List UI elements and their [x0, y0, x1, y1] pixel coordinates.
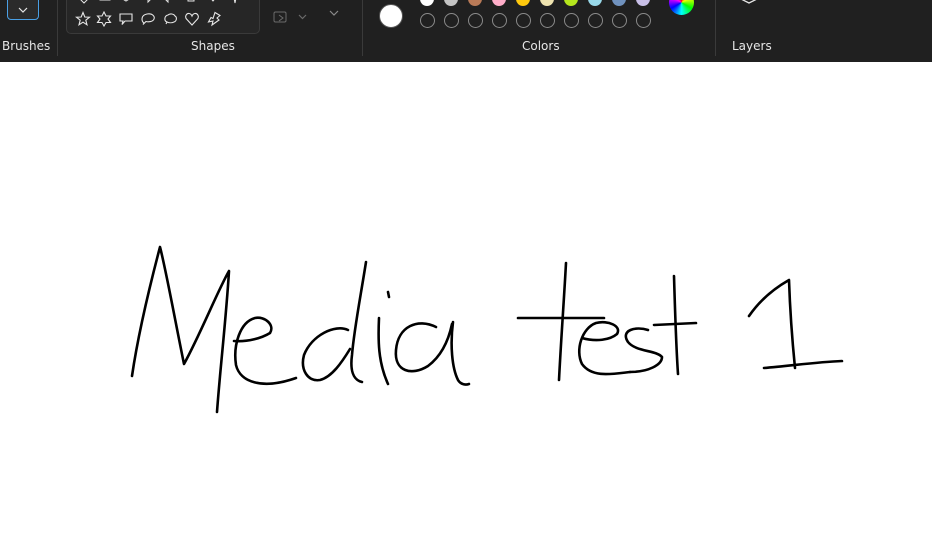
- ink-stroke-d-stem: [350, 260, 368, 384]
- shape-fill-icon: [273, 11, 307, 23]
- ink-stroke-t2-cross: [652, 321, 698, 327]
- up-arrow-shape-icon[interactable]: [183, 0, 199, 11]
- custom-color-slot[interactable]: [492, 13, 507, 28]
- chevron-down-icon: [18, 7, 28, 13]
- custom-color-slot[interactable]: [612, 13, 627, 28]
- ink-stroke-d-bowl: [301, 327, 352, 382]
- divider: [362, 0, 363, 56]
- chevron-down-icon[interactable]: [329, 10, 339, 16]
- left-arrow-shape-icon[interactable]: [161, 0, 177, 11]
- color-swatch[interactable]: [540, 0, 554, 6]
- color-swatch[interactable]: [516, 0, 530, 6]
- shape-fill-button[interactable]: [272, 9, 312, 25]
- color-swatch[interactable]: [444, 0, 458, 6]
- color-swatch[interactable]: [612, 0, 626, 6]
- custom-color-slot[interactable]: [540, 13, 555, 28]
- four-point-star-shape-icon[interactable]: [227, 0, 243, 11]
- layers-group-label: Layers: [732, 39, 772, 53]
- handwritten-text-drawing: [130, 245, 844, 414]
- oval-callout-shape-icon[interactable]: [140, 11, 156, 27]
- custom-color-slot[interactable]: [420, 13, 435, 28]
- ink-stroke-M: [130, 245, 231, 414]
- divider: [57, 0, 58, 56]
- color-swatch[interactable]: [492, 0, 506, 6]
- hexagon-shape-icon[interactable]: [118, 0, 134, 11]
- colors-group-label: Colors: [522, 39, 560, 53]
- custom-color-slot[interactable]: [444, 13, 459, 28]
- ink-stroke-e: [232, 316, 298, 386]
- color-swatch[interactable]: [564, 0, 578, 6]
- rect-callout-shape-icon[interactable]: [118, 11, 134, 27]
- brushes-button[interactable]: [7, 0, 39, 20]
- color-swatch[interactable]: [420, 0, 434, 6]
- cloud-callout-shape-icon[interactable]: [162, 11, 178, 27]
- ink-stroke-1-base: [762, 359, 844, 370]
- divider: [715, 0, 716, 56]
- ink-stroke-i-dot: [386, 290, 391, 299]
- layers-icon[interactable]: [737, 0, 761, 8]
- six-point-star-shape-icon[interactable]: [96, 11, 112, 27]
- custom-color-slot[interactable]: [588, 13, 603, 28]
- drawing-canvas[interactable]: [0, 62, 932, 554]
- right-arrow-shape-icon[interactable]: [139, 0, 155, 11]
- ribbon-toolbar: Brushes Shapes Colors Layers: [0, 0, 932, 62]
- color-swatch[interactable]: [636, 0, 650, 6]
- heart-shape-icon[interactable]: [184, 11, 200, 27]
- ink-stroke-i: [377, 316, 390, 386]
- brushes-group-label: Brushes: [2, 39, 51, 53]
- color-swatch[interactable]: [468, 0, 482, 6]
- diamond-shape-icon[interactable]: [76, 0, 92, 11]
- shapes-gallery[interactable]: [66, 0, 260, 34]
- custom-color-slot[interactable]: [468, 13, 483, 28]
- color-swatch[interactable]: [588, 0, 602, 6]
- custom-color-slot[interactable]: [564, 13, 579, 28]
- custom-color-slot[interactable]: [636, 13, 651, 28]
- five-point-star-shape-icon[interactable]: [75, 11, 91, 27]
- pentagon-shape-icon[interactable]: [97, 0, 113, 11]
- lightning-shape-icon[interactable]: [206, 11, 222, 27]
- ink-stroke-1: [747, 278, 797, 370]
- edit-colors-icon[interactable]: [669, 0, 694, 15]
- primary-color-swatch[interactable]: [379, 4, 403, 28]
- ink-stroke-e2: [577, 320, 632, 376]
- custom-color-slot[interactable]: [516, 13, 531, 28]
- shapes-group-label: Shapes: [191, 39, 235, 53]
- ink-stroke-a-tail: [450, 320, 471, 386]
- ink-stroke-t-stem: [557, 261, 568, 382]
- ink-stroke-a-bowl: [394, 322, 454, 373]
- ink-stroke-s: [624, 327, 664, 374]
- down-arrow-shape-icon[interactable]: [205, 0, 221, 11]
